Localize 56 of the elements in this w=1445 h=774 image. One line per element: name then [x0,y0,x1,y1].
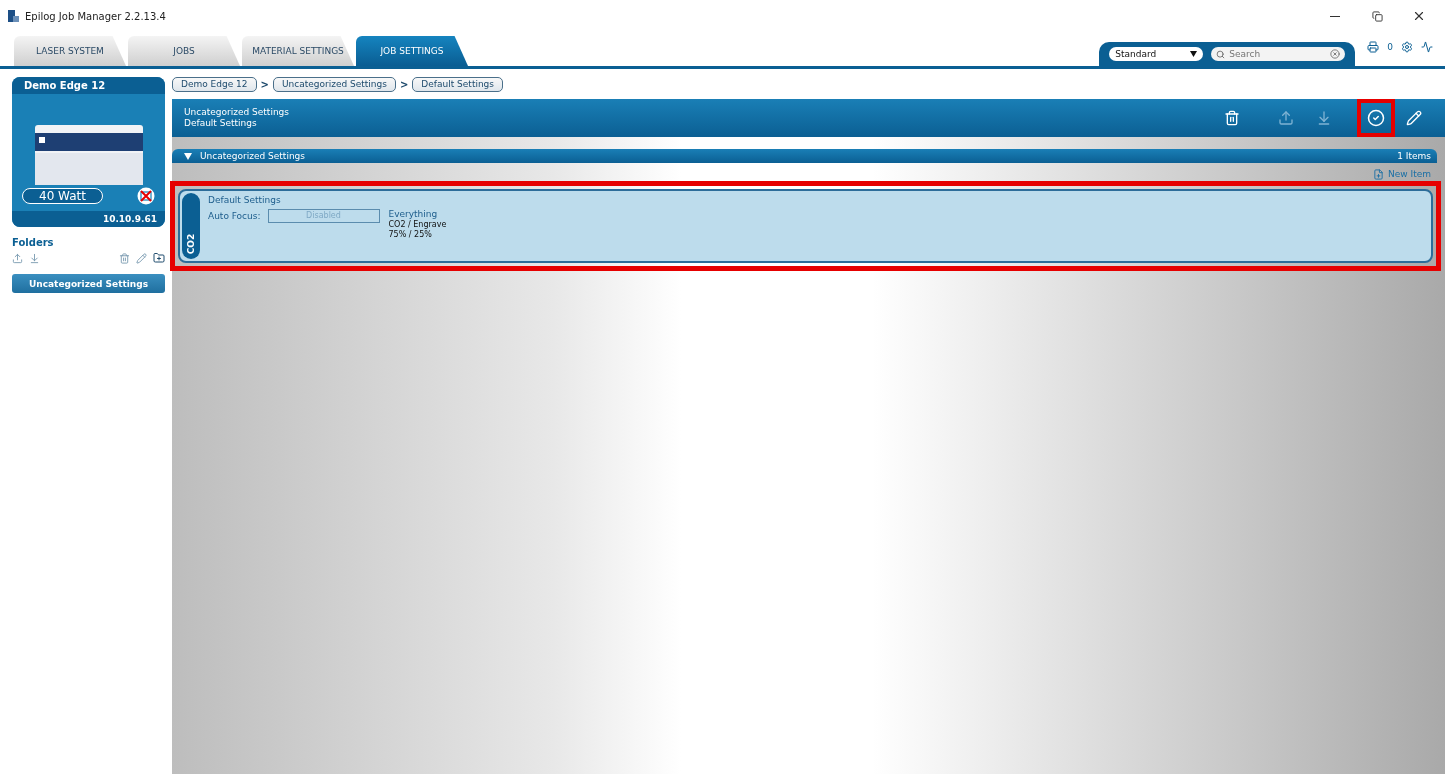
setting-card[interactable]: CO2 Default Settings Auto Focus: Disabled Everything CO2 / Engrave 75% / 25% [178,189,1433,263]
search-icon [1216,49,1226,59]
dropdown-arrow-icon [1190,51,1198,57]
setting-name: Default Settings [208,195,282,205]
breadcrumb-separator: > [399,78,409,90]
folder-item[interactable]: Uncategorized Settings [12,274,165,293]
activity-icon[interactable] [1421,41,1433,53]
download-icon[interactable] [29,252,40,264]
item-count: 1 Items [1397,151,1431,161]
section-bar[interactable]: Uncategorized Settings 1 Items [172,149,1437,163]
window-title: Epilog Job Manager 2.2.13.4 [25,10,167,22]
header-text: Default Settings [184,118,258,129]
device-ip: 10.10.9.61 [12,211,165,227]
breadcrumb-separator: > [260,78,269,90]
setting-mode: CO2 / Engrave [388,220,447,230]
breadcrumb[interactable]: Default Settings [412,76,504,92]
restore-icon [1371,10,1383,22]
search-box[interactable]: Search [1211,47,1346,61]
app-logo-icon [8,10,19,22]
folders-title: Folders [12,237,55,248]
nav-tab[interactable]: LASER SYSTEM [14,36,126,66]
breadcrumb[interactable]: Uncategorized Settings [272,76,396,92]
settings-icon[interactable] [1401,41,1413,53]
disconnected-icon [137,187,155,205]
new-folder-icon[interactable] [153,252,165,264]
wattage-label: 40 Watt [22,188,103,204]
breadcrumb[interactable]: Demo Edge 12 [172,76,257,92]
printer-icon[interactable] [1367,41,1380,53]
new-file-icon [1373,168,1384,180]
field-label: Auto Focus: [208,211,261,221]
setting-power: 75% / 25% [388,230,433,240]
search-field[interactable]: Search [1229,49,1327,59]
download-icon [1316,110,1332,126]
check-circle-icon [1367,109,1385,127]
section-title: Uncategorized Settings [200,151,306,161]
autofocus-field: Disabled [267,209,380,223]
setting-summary: Everything [388,209,439,220]
print-count: 0 [1387,42,1393,52]
clear-icon[interactable] [1330,49,1341,59]
close-icon [1412,9,1426,23]
header-text: Uncategorized Settings [184,107,290,118]
pencil-icon[interactable] [136,252,147,264]
trash-icon[interactable] [119,252,130,264]
laser-type-badge: CO2 [182,193,200,259]
upload-icon[interactable] [12,252,23,264]
nav-tab[interactable]: JOB SETTINGS [356,36,468,66]
nav-tab[interactable]: JOBS [128,36,240,66]
device-card[interactable]: Demo Edge 12 40 Watt 10.10.9.61 [12,77,165,227]
minimize-icon [1330,15,1340,17]
apply-button[interactable] [1357,99,1395,137]
device-name: Demo Edge 12 [12,77,165,94]
trash-icon [1224,110,1240,126]
nav-tab[interactable]: MATERIAL SETTINGS [242,36,354,66]
pencil-icon [1406,110,1422,126]
upload-icon [1278,110,1294,126]
preset-dropdown[interactable]: Standard [1109,47,1204,61]
